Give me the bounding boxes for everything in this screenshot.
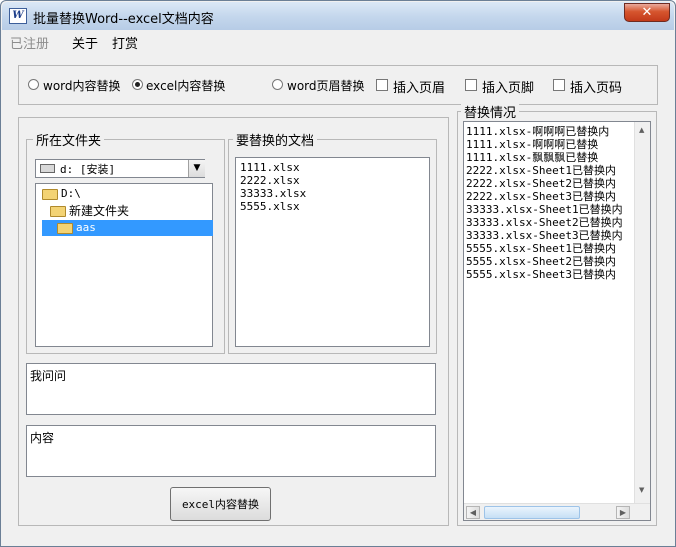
list-item: 1111.xlsx-啊啊啊已替换 <box>466 138 599 151</box>
list-item: 5555.xlsx-Sheet1已替换内 <box>466 242 616 255</box>
radio-word-content-label: word内容替换 <box>43 79 121 93</box>
menu-bar: 已注册 关于 打赏 <box>2 30 674 52</box>
tree-item-selected[interactable]: aas <box>42 220 213 236</box>
title-bar[interactable]: W 批量替换Word--excel文档内容 ✕ <box>2 2 674 30</box>
list-item: 33333.xlsx-Sheet1已替换内 <box>466 203 623 216</box>
close-button[interactable]: ✕ <box>624 3 670 22</box>
find-text: 我问问 <box>30 369 67 383</box>
word-app-icon: W <box>9 8 27 24</box>
radio-word-header[interactable] <box>272 79 283 90</box>
radio-excel-content-label: excel内容替换 <box>146 79 226 93</box>
list-item[interactable]: 33333.xlsx <box>240 187 429 200</box>
list-item: 1111.xlsx-飘飘飘已替换 <box>466 151 599 164</box>
find-textarea[interactable]: 我问问 <box>26 363 436 415</box>
list-item: 5555.xlsx-Sheet3已替换内 <box>466 268 616 281</box>
folder-open-icon <box>50 206 66 217</box>
replace-text: 内容 <box>30 431 55 445</box>
status-list[interactable]: 1111.xlsx-啊啊啊已替换内 1111.xlsx-啊啊啊已替换 1111.… <box>463 121 651 521</box>
menu-donate[interactable]: 打赏 <box>112 33 138 52</box>
tree-item-label: aas <box>76 221 96 234</box>
menu-registered[interactable]: 已注册 <box>10 33 49 52</box>
list-item[interactable]: 5555.xlsx <box>240 200 429 213</box>
replace-textarea[interactable]: 内容 <box>26 425 436 477</box>
radio-excel-content[interactable] <box>132 79 143 90</box>
check-insert-footer-label: 插入页脚 <box>482 81 535 96</box>
app-window: W 批量替换Word--excel文档内容 ✕ 已注册 关于 打赏 word内容… <box>0 0 676 547</box>
window-title: 批量替换Word--excel文档内容 <box>33 12 214 27</box>
list-item[interactable]: 2222.xlsx <box>240 174 429 187</box>
scroll-down-icon[interactable]: ▼ <box>639 486 644 494</box>
drive-value: d: [安装] <box>60 163 116 176</box>
folder-open-icon <box>42 189 58 200</box>
tree-item-new-folder[interactable]: 新建文件夹 <box>50 203 210 219</box>
list-item[interactable]: 1111.xlsx <box>240 161 429 174</box>
radio-word-content[interactable] <box>28 79 39 90</box>
excel-replace-button[interactable]: excel内容替换 <box>170 487 271 521</box>
status-lines: 1111.xlsx-啊啊啊已替换内 1111.xlsx-啊啊啊已替换 1111.… <box>466 125 632 281</box>
list-item: 2222.xlsx-Sheet2已替换内 <box>466 177 616 190</box>
excel-replace-button-label: excel内容替换 <box>181 498 260 511</box>
check-insert-pagenum-label: 插入页码 <box>570 81 623 96</box>
list-item: 1111.xlsx-啊啊啊已替换内 <box>466 125 610 138</box>
status-group-legend: 替换情况 <box>461 102 520 121</box>
tree-item-label: D:\ <box>61 187 81 200</box>
docs-group-legend: 要替换的文档 <box>233 130 318 149</box>
check-insert-pagenum[interactable] <box>553 79 565 91</box>
scroll-right-icon[interactable]: ▶ <box>616 506 630 519</box>
list-item: 33333.xlsx-Sheet3已替换内 <box>466 229 623 242</box>
horizontal-scrollbar[interactable]: ◀ ▶ <box>464 503 650 520</box>
check-insert-footer[interactable] <box>465 79 477 91</box>
folder-tree[interactable]: D:\ 新建文件夹 aas <box>35 183 213 347</box>
check-insert-header-label: 插入页眉 <box>393 81 446 96</box>
docs-list[interactable]: 1111.xlsx 2222.xlsx 33333.xlsx 5555.xlsx <box>235 157 430 347</box>
scroll-up-icon[interactable]: ▲ <box>639 126 644 134</box>
list-item: 33333.xlsx-Sheet2已替换内 <box>466 216 623 229</box>
tree-item-root[interactable]: D:\ <box>42 186 202 202</box>
chevron-down-icon[interactable]: ▼ <box>188 160 205 177</box>
radio-word-header-label: word页眉替换 <box>287 79 365 93</box>
folder-open-icon <box>57 223 73 234</box>
scroll-left-icon[interactable]: ◀ <box>466 506 480 519</box>
folder-group-legend: 所在文件夹 <box>33 130 105 149</box>
list-item: 2222.xlsx-Sheet3已替换内 <box>466 190 616 203</box>
scroll-thumb[interactable] <box>484 506 580 519</box>
vertical-scrollbar[interactable]: ▲ ▼ <box>634 122 650 503</box>
drive-select[interactable]: d: [安装] ▼ <box>35 159 205 178</box>
list-item: 5555.xlsx-Sheet2已替换内 <box>466 255 616 268</box>
menu-about[interactable]: 关于 <box>72 33 98 52</box>
drive-icon <box>40 164 55 173</box>
list-item: 2222.xlsx-Sheet1已替换内 <box>466 164 616 177</box>
close-icon: ✕ <box>641 5 653 20</box>
tree-item-label: 新建文件夹 <box>69 204 130 218</box>
check-insert-header[interactable] <box>376 79 388 91</box>
